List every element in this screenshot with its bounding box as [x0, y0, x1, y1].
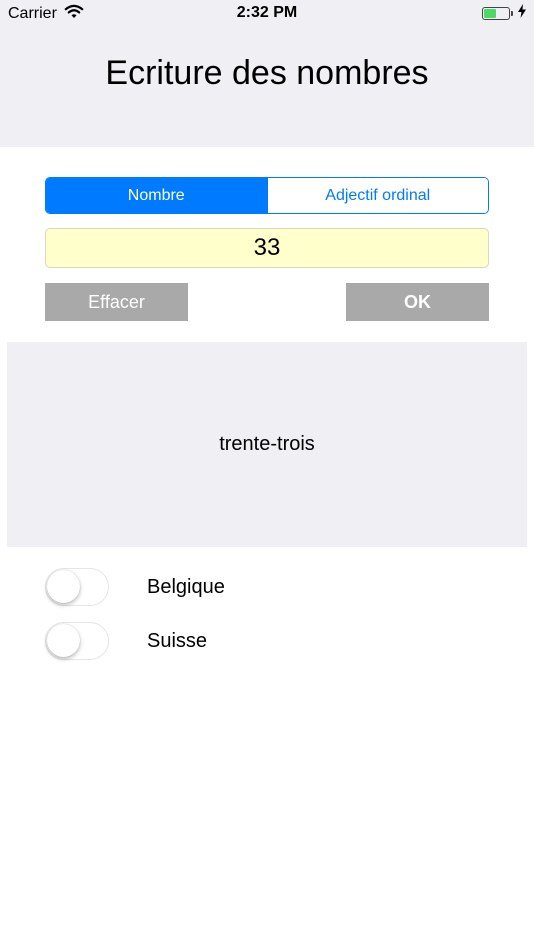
switch-knob [47, 624, 80, 657]
switch-knob [47, 570, 80, 603]
belgique-switch[interactable] [45, 568, 109, 606]
page-title: Ecriture des nombres [105, 54, 429, 92]
suisse-label: Suisse [147, 630, 208, 652]
toggle-row-belgique: Belgique [45, 568, 345, 608]
toggle-row-suisse: Suisse [45, 622, 345, 662]
segment-adjectif-ordinal[interactable]: Adjectif ordinal [266, 178, 488, 213]
app-screen: Carrier 2:32 PM Ecriture des nombres Nom… [0, 0, 534, 950]
battery-icon [482, 7, 513, 20]
battery-fill [484, 9, 496, 18]
ok-button[interactable]: OK [346, 283, 489, 321]
result-panel: trente-trois [7, 342, 527, 547]
clock-label: 2:32 PM [236, 4, 298, 21]
segment-nombre[interactable]: Nombre [46, 178, 267, 213]
mode-segmented-control[interactable]: Nombre Adjectif ordinal [45, 177, 489, 214]
suisse-switch[interactable] [45, 622, 109, 660]
header: Ecriture des nombres [0, 28, 534, 147]
status-bar: Carrier 2:32 PM [0, 0, 534, 28]
charging-icon [518, 4, 526, 21]
belgique-label: Belgique [147, 576, 225, 598]
number-input[interactable]: 33 [45, 228, 489, 268]
clear-button[interactable]: Effacer [45, 283, 188, 321]
result-text: trente-trois [219, 433, 315, 455]
